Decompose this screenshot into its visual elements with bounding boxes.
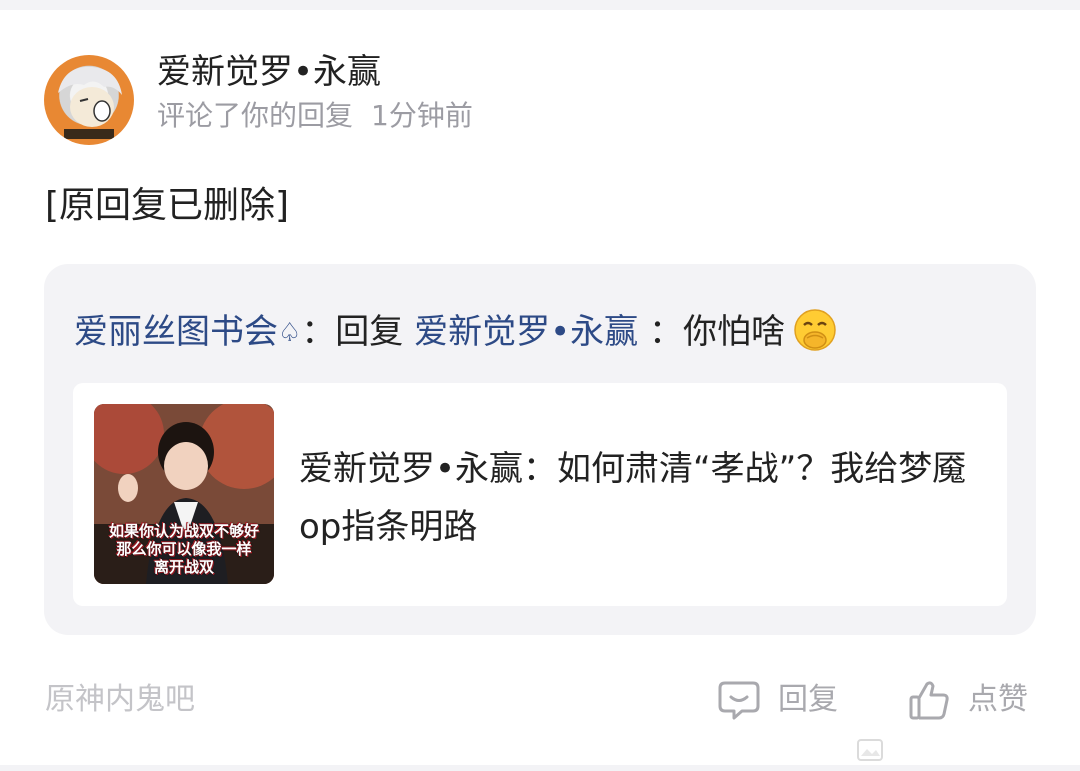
notification-meta: 评论了你的回复 1分钟前	[157, 98, 473, 134]
quote-author[interactable]: 爱丽丝图书会	[74, 312, 278, 352]
reply-button[interactable]: 回复	[718, 680, 838, 720]
linked-post-card[interactable]: 如果你认为战双不够好 那么你可以像我一样 离开战双 爱新觉罗•永赢：如何肃清“孝…	[73, 383, 1007, 606]
image-placeholder-icon	[856, 736, 884, 764]
post-thumbnail: 如果你认为战双不够好 那么你可以像我一样 离开战双	[94, 404, 274, 584]
thumbs-up-icon	[909, 681, 949, 720]
reply-to-user[interactable]: 爱新觉罗•永赢	[414, 312, 638, 352]
like-label: 点赞	[968, 682, 1028, 717]
avatar[interactable]	[44, 55, 134, 145]
face-with-hand-over-mouth-icon	[793, 308, 837, 352]
notification-card[interactable]: 爱新觉罗•永赢 评论了你的回复 1分钟前 [原回复已删除] 爱丽丝图书会♤：回复 …	[0, 10, 1080, 765]
reply-label: 回复	[778, 682, 838, 717]
timestamp: 1分钟前	[371, 99, 473, 132]
action-text: 评论了你的回复	[157, 99, 354, 132]
comment-bubble-icon	[718, 681, 760, 720]
username[interactable]: 爱新觉罗•永赢	[157, 50, 381, 94]
quoted-reply-line: 爱丽丝图书会♤：回复 爱新觉罗•永赢 ：你怕啥	[74, 308, 837, 355]
like-button[interactable]: 点赞	[908, 680, 1028, 720]
thumbnail-caption-3: 离开战双	[153, 558, 214, 576]
forum-name[interactable]: 原神内鬼吧	[45, 680, 195, 720]
comment-content: [原回复已删除]	[45, 185, 290, 226]
thumbnail-caption-2: 那么你可以像我一样	[116, 540, 252, 558]
reply-separator: ：回复	[301, 312, 415, 352]
spade-badge-icon: ♤	[278, 318, 302, 348]
quote-text: ：你怕啥	[638, 312, 785, 352]
avatar-illustration	[58, 66, 122, 139]
thumbnail-caption-1: 如果你认为战双不够好	[108, 522, 259, 540]
quoted-reply[interactable]: 爱丽丝图书会♤：回复 爱新觉罗•永赢 ：你怕啥 如果你认为战双不够好 那么你可以…	[44, 264, 1036, 635]
linked-post-title: 爱新觉罗•永赢：如何肃清“孝战”？我给梦魇op指条明路	[299, 449, 967, 547]
